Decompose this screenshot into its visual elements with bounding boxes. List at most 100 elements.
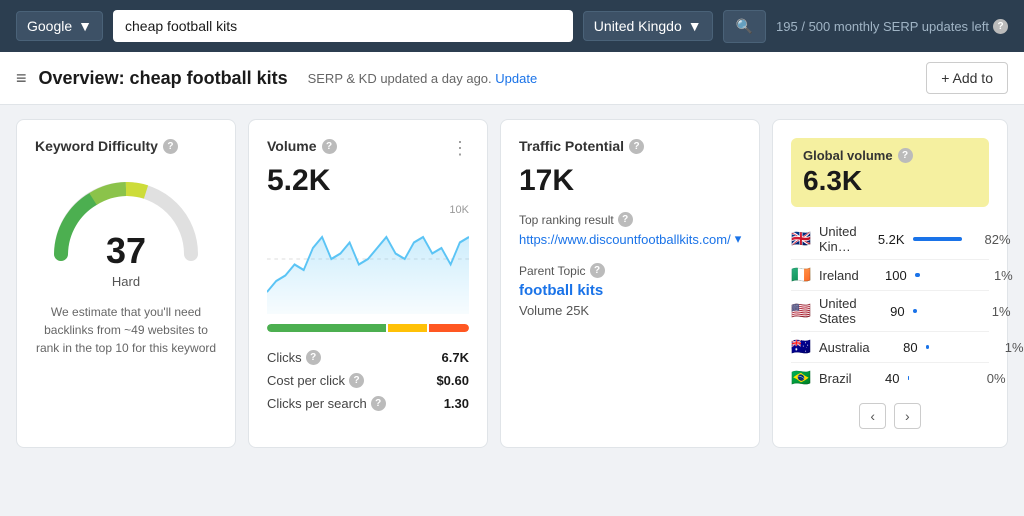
kd-card-title: Keyword Difficulty ? (35, 138, 217, 154)
gauge-container: 37 (35, 164, 217, 264)
tp-help-icon[interactable]: ? (629, 139, 644, 154)
bar-yellow (388, 324, 428, 332)
gv-help-icon[interactable]: ? (898, 148, 913, 163)
cpc-value: $0.60 (436, 373, 469, 388)
cps-label: Clicks per search ? (267, 396, 386, 411)
vol-chart-svg (267, 204, 469, 314)
country-pct: 0% (976, 371, 1006, 386)
country-arrow: ▼ (688, 18, 702, 34)
country-bar (913, 237, 962, 241)
cps-help-icon[interactable]: ? (371, 396, 386, 411)
country-volume: 5.2K (865, 232, 905, 247)
gv-countries-list: 🇬🇧 United Kin… 5.2K 82% 🇮🇪 Ireland 100 1… (791, 219, 989, 393)
country-label: United Kingdo (594, 18, 682, 34)
url-dropdown-icon: ▾ (735, 231, 742, 247)
clicks-bar (267, 324, 469, 332)
country-pct: 1% (981, 304, 1011, 319)
country-name: Australia (819, 340, 870, 355)
update-link[interactable]: Update (495, 71, 537, 86)
country-name: United States (819, 296, 857, 326)
bar-orange (429, 324, 469, 332)
vol-card-title: Volume ? (267, 138, 337, 154)
kd-help-icon[interactable]: ? (163, 139, 178, 154)
country-bar (908, 376, 910, 380)
country-name: Brazil (819, 371, 852, 386)
country-volume: 80 (878, 340, 918, 355)
clicks-label: Clicks ? (267, 350, 321, 365)
vol-help-icon[interactable]: ? (322, 139, 337, 154)
country-row: 🇧🇷 Brazil 40 0% (791, 363, 989, 393)
engine-selector[interactable]: Google ▼ (16, 11, 103, 41)
gv-navigation: ‹ › (791, 403, 989, 429)
kd-score: 37 (106, 230, 146, 272)
parent-topic-link[interactable]: football kits (519, 282, 741, 299)
country-selector[interactable]: United Kingdo ▼ (583, 11, 713, 41)
country-pct: 1% (983, 268, 1013, 283)
country-bar-wrap (908, 376, 968, 380)
keyword-difficulty-card: Keyword Difficulty ? 37 Hard We estimate… (16, 119, 236, 448)
volume-card: Volume ? 5.2K ⋮ 10K (248, 119, 488, 448)
parent-topic-help-icon[interactable]: ? (590, 263, 605, 278)
country-row: 🇬🇧 United Kin… 5.2K 82% (791, 219, 989, 260)
vol-chart-max-label: 10K (449, 204, 469, 216)
country-row: 🇮🇪 Ireland 100 1% (791, 260, 989, 291)
search-button[interactable]: 🔍 (723, 10, 766, 43)
country-bar-wrap (926, 345, 986, 349)
country-name: United Kin… (819, 224, 857, 254)
country-volume: 90 (865, 304, 905, 319)
country-pct: 82% (981, 232, 1011, 247)
gv-label: Global volume ? (803, 148, 977, 163)
country-name: Ireland (819, 268, 859, 283)
update-notice: SERP & KD updated a day ago. Update (308, 71, 538, 86)
page-title: Overview: cheap football kits (39, 68, 288, 89)
hamburger-menu[interactable]: ≡ (16, 68, 27, 89)
clicks-value: 6.7K (442, 350, 469, 365)
country-pct: 1% (994, 340, 1024, 355)
clicks-stat-row: Clicks ? 6.7K (267, 346, 469, 369)
vol-card-header: Volume ? 5.2K ⋮ (267, 138, 469, 204)
country-bar (915, 273, 920, 277)
tp-card-title: Traffic Potential ? (519, 138, 741, 154)
country-bar (913, 309, 917, 313)
cards-area: Keyword Difficulty ? 37 Hard We estimate… (0, 105, 1024, 462)
kd-description: We estimate that you'll need backlinks f… (35, 303, 217, 357)
global-volume-card: Global volume ? 6.3K 🇬🇧 United Kin… 5.2K… (772, 119, 1008, 448)
vol-more-icon[interactable]: ⋮ (451, 138, 469, 159)
top-ranking-label: Top ranking result ? (519, 212, 741, 227)
vol-value: 5.2K (267, 164, 337, 198)
updates-info: 195 / 500 monthly SERP updates left ? (776, 19, 1008, 34)
kd-label: Hard (35, 274, 217, 289)
top-ranking-url[interactable]: https://www.discountfootballkits.com/ ▾ (519, 231, 741, 247)
country-volume: 40 (860, 371, 900, 386)
keyword-input[interactable] (113, 10, 573, 42)
country-bar-wrap (915, 273, 975, 277)
engine-arrow: ▼ (78, 18, 92, 34)
country-row: 🇦🇺 Australia 80 1% (791, 332, 989, 363)
gv-next-button[interactable]: › (894, 403, 921, 429)
gv-prev-button[interactable]: ‹ (859, 403, 886, 429)
cpc-stat-row: Cost per click ? $0.60 (267, 369, 469, 392)
headerbar: ≡ Overview: cheap football kits SERP & K… (0, 52, 1024, 105)
parent-volume: Volume 25K (519, 303, 741, 318)
country-row: 🇺🇸 United States 90 1% (791, 291, 989, 332)
top-ranking-help-icon[interactable]: ? (618, 212, 633, 227)
country-volume: 100 (867, 268, 907, 283)
bar-green (267, 324, 386, 332)
add-to-button[interactable]: + Add to (926, 62, 1008, 94)
country-flag: 🇬🇧 (791, 229, 811, 249)
parent-topic-label: Parent Topic ? (519, 263, 741, 278)
country-bar (926, 345, 930, 349)
traffic-potential-card: Traffic Potential ? 17K Top ranking resu… (500, 119, 760, 448)
country-bar-wrap (913, 237, 973, 241)
country-bar-wrap (913, 309, 973, 313)
updates-help-icon[interactable]: ? (993, 19, 1008, 34)
clicks-help-icon[interactable]: ? (306, 350, 321, 365)
country-flag: 🇮🇪 (791, 265, 811, 285)
tp-value: 17K (519, 164, 741, 198)
gv-value: 6.3K (803, 165, 977, 197)
country-flag: 🇺🇸 (791, 301, 811, 321)
engine-label: Google (27, 18, 72, 34)
cps-stat-row: Clicks per search ? 1.30 (267, 392, 469, 415)
cps-value: 1.30 (444, 396, 469, 411)
cpc-help-icon[interactable]: ? (349, 373, 364, 388)
